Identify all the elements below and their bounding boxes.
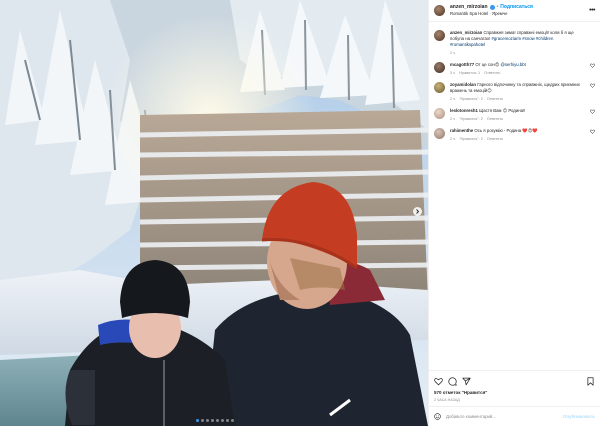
comment-time: 3 ч xyxy=(450,71,456,75)
carousel-dot xyxy=(196,419,199,422)
comment-reply-button[interactable]: Ответить xyxy=(487,117,503,121)
comment-username[interactable]: leslotonresh1 xyxy=(450,108,478,113)
comment-likes[interactable]: Нравится: 1 xyxy=(459,71,480,75)
carousel-dot xyxy=(226,419,229,422)
comment-time: 2 ч xyxy=(450,117,456,121)
comment-likes[interactable]: "Нравится": 2 xyxy=(459,97,483,101)
post-header: anzen_mirzoian • Подписаться Romantik Sp… xyxy=(429,0,600,22)
chevron-right-icon xyxy=(416,209,420,214)
carousel-dot xyxy=(211,419,214,422)
carousel-dot xyxy=(231,419,234,422)
separator-dot: • xyxy=(496,3,499,10)
instagram-post: anzen_mirzoian • Подписаться Romantik Sp… xyxy=(0,0,600,426)
comment-username[interactable]: mcagotth77 xyxy=(450,62,474,67)
carousel-dot xyxy=(201,419,204,422)
comment-text: Щастя Вам 😊 Родина!! xyxy=(479,108,526,113)
publish-button[interactable]: Опубликовать xyxy=(563,414,595,419)
post-location[interactable]: Romantik Spa Hotel · Яремче xyxy=(450,11,585,16)
action-bar xyxy=(434,376,595,386)
author-username[interactable]: anzen_mirzoian xyxy=(450,4,488,10)
caption-avatar[interactable] xyxy=(434,30,445,41)
comment-input[interactable] xyxy=(446,414,563,419)
heart-icon[interactable] xyxy=(590,109,595,114)
comment-reply-button[interactable]: Ответить xyxy=(484,71,500,75)
comment-reply-button[interactable]: Ответить xyxy=(487,137,503,141)
comment-avatar[interactable] xyxy=(434,128,445,139)
author-info: anzen_mirzoian • Подписаться Romantik Sp… xyxy=(450,3,585,16)
more-horizontal-icon[interactable]: ••• xyxy=(589,7,595,14)
comment-item: mcagotth77 От це сон😍 @serhiyu.bbt 3 ч Н… xyxy=(434,62,595,75)
comment-item: zoyamidolan Гарного відпочинку та справж… xyxy=(434,82,595,101)
comment-time: 2 ч xyxy=(450,97,456,101)
comment-username[interactable]: zoyamidolan xyxy=(450,82,476,87)
comment-likes[interactable]: "Нравится": 2 xyxy=(459,137,483,141)
next-slide-button[interactable] xyxy=(413,207,422,216)
comment-item: rahimenthe Ось я розумію - Родина ❤️😍❤️ … xyxy=(434,128,595,141)
comment-mention[interactable]: @serhiyu.bbt xyxy=(500,62,525,67)
verified-badge-icon xyxy=(489,4,495,10)
heart-icon[interactable] xyxy=(434,377,443,386)
comment-text: От це сон😍 xyxy=(475,62,500,67)
carousel-dot xyxy=(221,419,224,422)
comment-avatar[interactable] xyxy=(434,62,445,73)
emoji-icon[interactable] xyxy=(434,413,441,420)
comments-list: anzen_mirzoian Справжня зима! справжні е… xyxy=(429,22,600,141)
likes-count[interactable]: 570 отметок "Нравится" xyxy=(434,390,595,395)
heart-icon[interactable] xyxy=(590,129,595,134)
heart-icon[interactable] xyxy=(590,83,595,88)
post-actions-section: 570 отметок "Нравится" 2 часа назад xyxy=(429,370,600,402)
comment-likes[interactable]: "Нравится": 2 xyxy=(459,117,483,121)
comment-text: Ось я розумію - Родина ❤️😍❤️ xyxy=(474,128,538,133)
comment-username[interactable]: rahimenthe xyxy=(450,128,473,133)
caption: anzen_mirzoian Справжня зима! справжні е… xyxy=(434,30,595,55)
carousel-dot xyxy=(216,419,219,422)
comment-icon[interactable] xyxy=(448,376,457,386)
carousel-dot xyxy=(206,419,209,422)
caption-username[interactable]: anzen_mirzoian xyxy=(450,30,482,35)
author-avatar[interactable] xyxy=(434,5,445,16)
comment-reply-button[interactable]: Ответить xyxy=(487,97,503,101)
post-side-panel: anzen_mirzoian • Подписаться Romantik Sp… xyxy=(428,0,600,426)
share-icon[interactable] xyxy=(462,377,471,386)
post-photo[interactable] xyxy=(0,0,428,426)
carousel-indicator xyxy=(196,419,234,422)
comment-item: leslotonresh1 Щастя Вам 😊 Родина!! 2 ч "… xyxy=(434,108,595,121)
comment-time: 2 ч xyxy=(450,137,456,141)
photo-scene xyxy=(0,0,428,426)
caption-time: 2 ч xyxy=(450,51,456,55)
follow-button[interactable]: Подписаться xyxy=(500,4,533,10)
add-comment-bar: Опубликовать xyxy=(429,406,600,426)
comment-avatar[interactable] xyxy=(434,108,445,119)
heart-icon[interactable] xyxy=(590,63,595,68)
bookmark-icon[interactable] xyxy=(586,376,595,386)
comment-avatar[interactable] xyxy=(434,82,445,93)
post-date: 2 часа назад xyxy=(434,398,460,402)
